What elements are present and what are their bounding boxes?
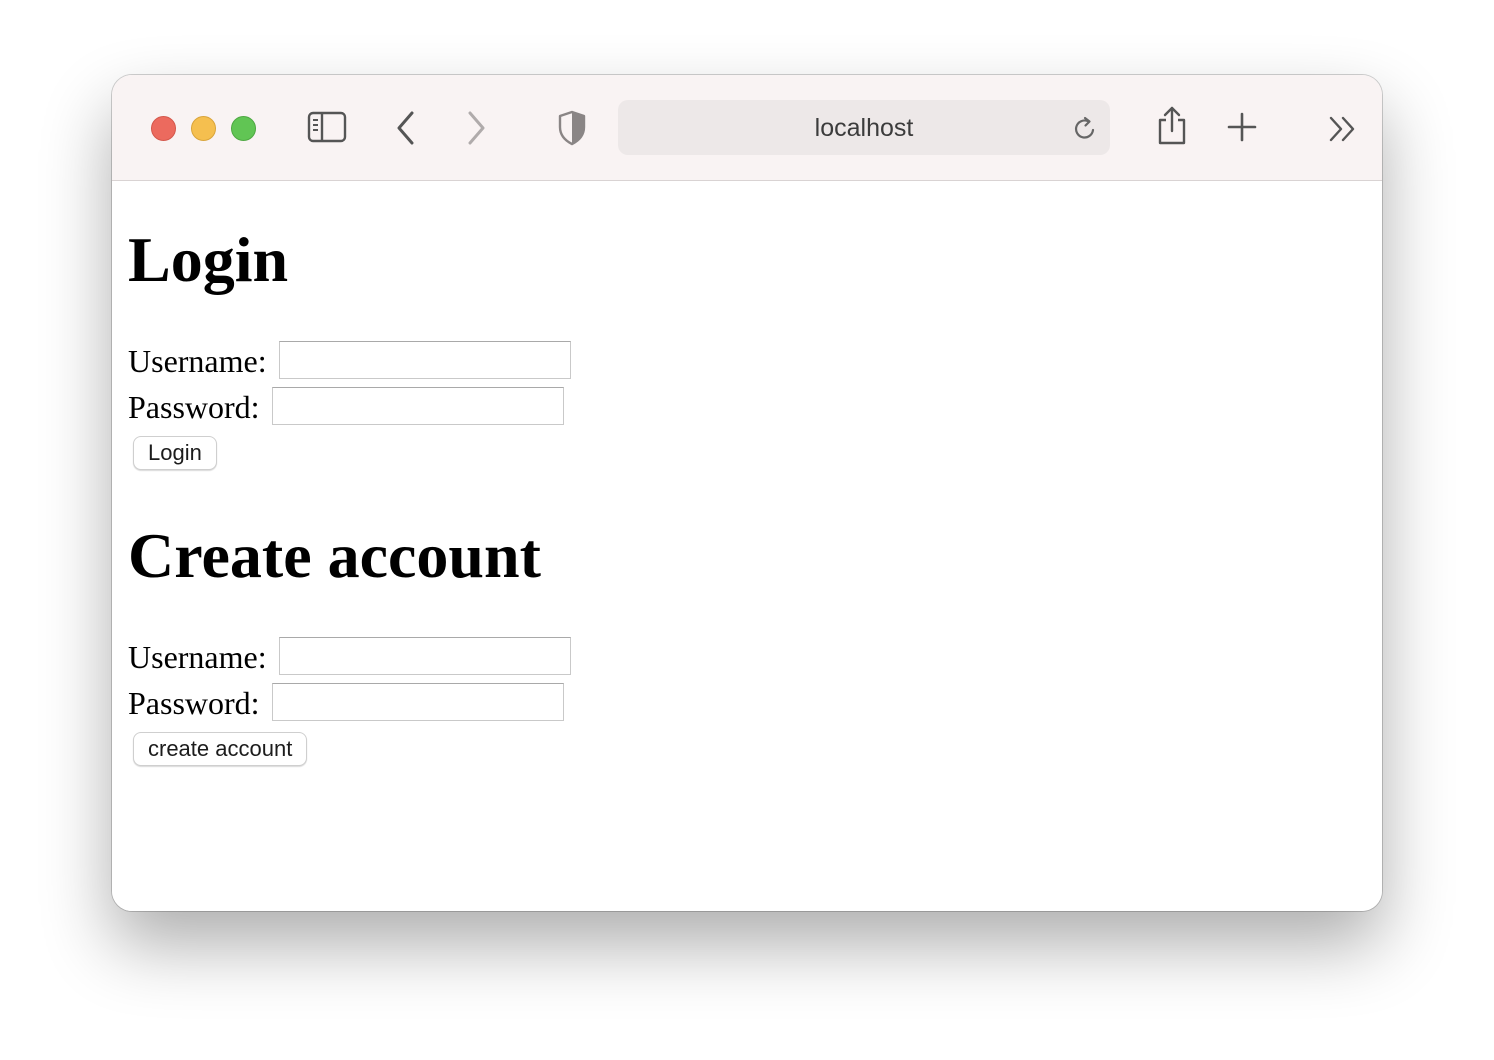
sidebar-toggle-icon[interactable] (307, 110, 347, 144)
reload-icon[interactable] (1072, 116, 1098, 142)
back-icon[interactable] (394, 110, 418, 146)
login-password-input[interactable] (272, 387, 564, 425)
browser-window: localhost Login Username: Password: Logi (112, 75, 1382, 911)
new-tab-icon[interactable] (1226, 111, 1258, 143)
login-username-input[interactable] (279, 341, 571, 379)
share-icon[interactable] (1155, 105, 1189, 147)
forward-icon[interactable] (464, 110, 488, 146)
minimize-window-button[interactable] (191, 116, 216, 141)
privacy-shield-icon[interactable] (557, 110, 587, 146)
login-button[interactable]: Login (133, 436, 217, 470)
create-password-input[interactable] (272, 683, 564, 721)
address-bar[interactable]: localhost (618, 100, 1110, 155)
create-account-heading: Create account (128, 520, 541, 591)
create-username-input[interactable] (279, 637, 571, 675)
create-username-label: Username: (128, 639, 267, 675)
login-username-label: Username: (128, 343, 267, 379)
browser-toolbar: localhost (112, 75, 1382, 181)
address-url: localhost (814, 114, 914, 142)
zoom-window-button[interactable] (231, 116, 256, 141)
login-heading: Login (128, 224, 289, 295)
tab-overview-chevrons-icon[interactable] (1328, 115, 1358, 143)
close-window-button[interactable] (151, 116, 176, 141)
login-password-label: Password: (128, 389, 260, 425)
create-account-button[interactable]: create account (133, 732, 308, 766)
create-password-label: Password: (128, 685, 260, 721)
page-content: Login Username: Password: Login Create a… (112, 181, 1382, 911)
